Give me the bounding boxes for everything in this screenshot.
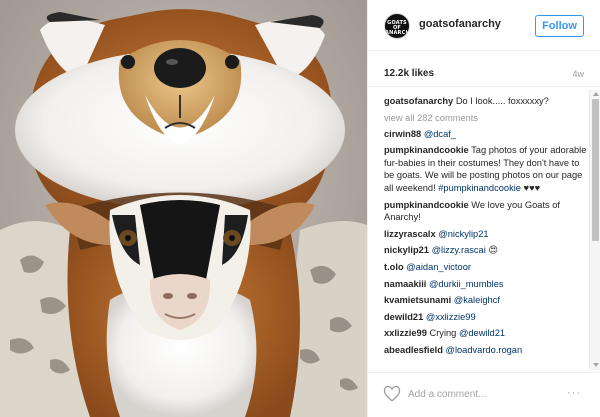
comment-item: xxlizzie99 Crying @dewild21 (384, 327, 588, 340)
comment-mention[interactable]: @lizzy.rascai (432, 245, 486, 255)
comment-footer: ··· (368, 372, 600, 417)
comment-mention[interactable]: @kaleighcf (454, 295, 500, 305)
scroll-down-arrow-icon[interactable] (593, 363, 599, 367)
comment-item: kvamietsunami @kaleighcf (384, 294, 588, 307)
comment-username[interactable]: nickylip21 (384, 245, 429, 255)
caption: goatsofanarchy Do I look..... foxxxxxy? (384, 95, 588, 108)
scroll-up-arrow-icon[interactable] (593, 92, 599, 96)
comment-item: namaakiii @durkii_mumbles (384, 278, 588, 291)
likes-count[interactable]: 12.2k likes (384, 68, 434, 79)
caption-text: Do I look..... foxxxxxy? (453, 96, 549, 106)
comment-username[interactable]: namaakiii (384, 279, 426, 289)
scrollbar-thumb[interactable] (592, 99, 599, 241)
comment-item: nickylip21 @lizzy.rascai 😍 (384, 244, 588, 257)
avatar[interactable]: GOATS OF ANARCHY (384, 13, 410, 39)
comment-username[interactable]: cirwin88 (384, 129, 421, 139)
comments-list: goatsofanarchy Do I look..... foxxxxxy? … (368, 87, 588, 372)
comment-mention[interactable]: @aidan_victoor (406, 262, 471, 272)
comment-mention[interactable]: @dcaf_ (424, 129, 456, 139)
comment-item: pumpkinandcookie Tag photos of your ador… (384, 144, 588, 194)
post-photo[interactable] (0, 0, 367, 417)
comment-item: dewild21 @xxlizzie99 (384, 311, 588, 324)
comment-mention[interactable]: @nickylip21 (438, 229, 488, 239)
comment-item: cirwin88 @dcaf_ (384, 128, 588, 141)
comment-mention[interactable]: @loadvardo.rogan (446, 345, 523, 355)
comment-item: lizzyrascalx @nickylip21 (384, 228, 588, 241)
comment-mention[interactable]: @durkii_mumbles (429, 279, 504, 289)
comment-username[interactable]: t.olo (384, 262, 404, 272)
view-all-comments-link[interactable]: view all 282 comments (384, 112, 588, 124)
comment-item: abeadlesfield @loadvardo.rogan (384, 344, 588, 357)
likes-row: 12.2k likes 4w (368, 51, 600, 87)
comment-username[interactable]: abeadlesfield (384, 345, 443, 355)
avatar-logo-text: GOATS OF ANARCHY (385, 20, 410, 36)
comment-username[interactable]: xxlizzie99 (384, 328, 427, 338)
comment-hashtag[interactable]: #pumpkinandcookie (438, 183, 521, 193)
more-options-icon[interactable]: ··· (567, 388, 581, 399)
post-time-ago: 4w (572, 69, 584, 79)
comment-mention[interactable]: @dewild21 (459, 328, 505, 338)
comment-username[interactable]: pumpkinandcookie (384, 145, 469, 155)
caption-username[interactable]: goatsofanarchy (384, 96, 453, 106)
comment-username[interactable]: pumpkinandcookie (384, 200, 469, 210)
comment-text: Crying (426, 328, 459, 339)
comment-username[interactable]: lizzyrascalx (384, 229, 436, 239)
add-comment-input[interactable] (408, 387, 548, 401)
comment-hearts: ♥♥♥ (520, 182, 541, 193)
comments-scrollbar[interactable] (589, 90, 600, 370)
post-header: GOATS OF ANARCHY goatsofanarchy Follow (368, 0, 600, 51)
post-side-panel: GOATS OF ANARCHY goatsofanarchy Follow 1… (367, 0, 600, 417)
comment-username[interactable]: dewild21 (384, 312, 423, 322)
comment-username[interactable]: kvamietsunami (384, 295, 451, 305)
heart-outline-icon[interactable] (383, 385, 401, 403)
post-username[interactable]: goatsofanarchy (419, 18, 501, 30)
follow-button[interactable]: Follow (535, 15, 584, 37)
comment-emoji: 😍 (485, 245, 499, 256)
comment-item: t.olo @aidan_victoor (384, 261, 588, 274)
comment-item: pumpkinandcookie We love you Goats of An… (384, 199, 588, 224)
comment-mention[interactable]: @xxlizzie99 (426, 312, 476, 322)
